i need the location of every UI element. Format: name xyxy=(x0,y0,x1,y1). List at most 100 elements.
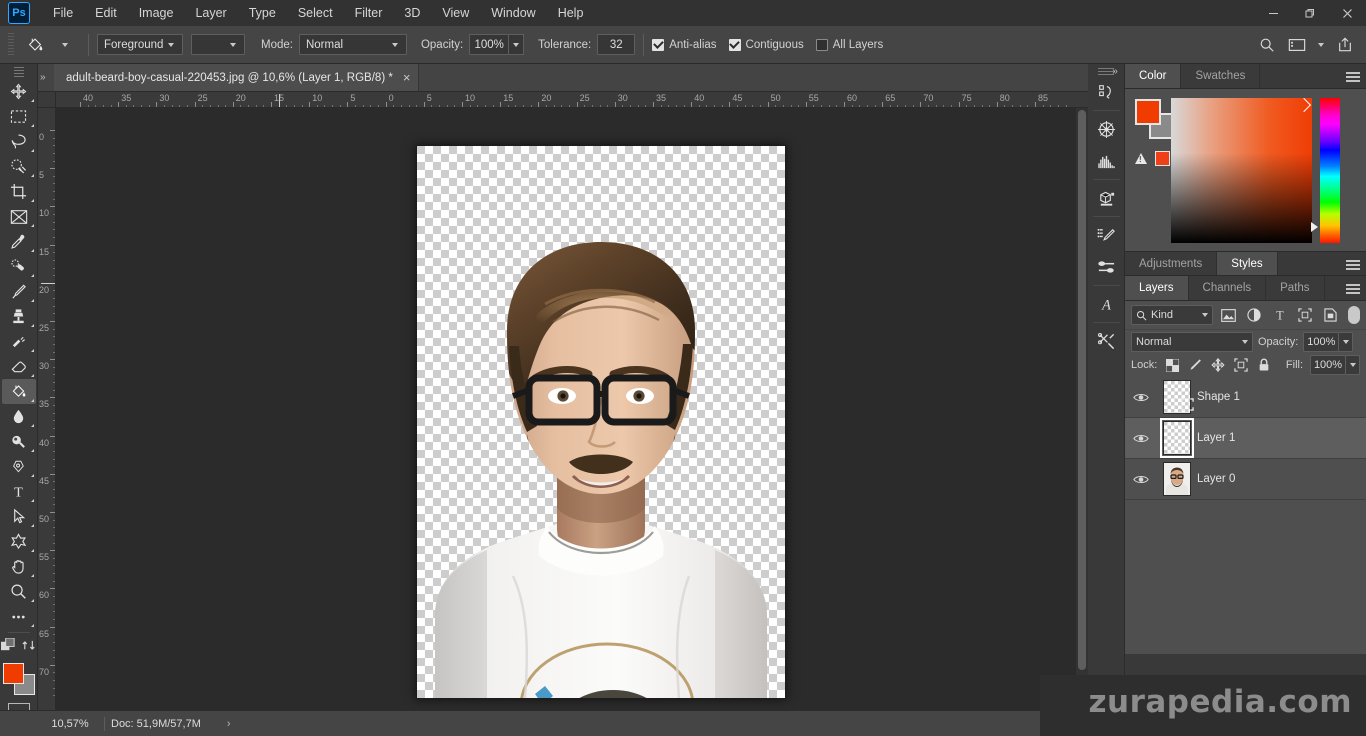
glyphs-icon[interactable]: A xyxy=(1091,289,1121,319)
hand-tool[interactable] xyxy=(2,554,36,579)
layer-row[interactable]: Layer 0 xyxy=(1125,459,1366,500)
in-gamut-color-swatch[interactable] xyxy=(1155,151,1170,166)
menu-item-type[interactable]: Type xyxy=(238,1,287,25)
menu-item-layer[interactable]: Layer xyxy=(184,1,237,25)
opacity-control[interactable]: 100% xyxy=(469,34,524,55)
chevron-down-icon[interactable] xyxy=(1314,33,1328,57)
opacity-stepper-icon[interactable] xyxy=(509,34,524,55)
tab-styles[interactable]: Styles xyxy=(1217,252,1277,275)
paint-bucket-icon[interactable] xyxy=(20,33,50,57)
zoom-tool[interactable] xyxy=(2,579,36,604)
tab-channels[interactable]: Channels xyxy=(1189,276,1267,300)
lock-position-icon[interactable] xyxy=(1210,356,1226,374)
lock-artboard-icon[interactable] xyxy=(1233,356,1249,374)
shape-filter-icon[interactable] xyxy=(1295,305,1314,325)
foreground-color-swatch[interactable] xyxy=(1135,99,1161,125)
blur-tool[interactable] xyxy=(2,404,36,429)
color-panel-menu-button[interactable] xyxy=(1346,64,1360,89)
options-bar-grip[interactable] xyxy=(8,33,14,57)
hue-slider[interactable] xyxy=(1320,98,1340,243)
zoom-level-input[interactable]: 10,57% xyxy=(42,718,98,730)
menu-item-3d[interactable]: 3D xyxy=(393,1,431,25)
tab-adjustments[interactable]: Adjustments xyxy=(1125,252,1217,275)
document-tab[interactable]: adult-beard-boy-casual-220453.jpg @ 10,6… xyxy=(54,64,419,91)
menu-item-window[interactable]: Window xyxy=(480,1,546,25)
layer-opacity-input[interactable]: 100% xyxy=(1303,332,1339,352)
lasso-tool[interactable] xyxy=(2,129,36,154)
tab-overflow-icon[interactable]: » xyxy=(38,72,54,91)
layer-thumbnail[interactable] xyxy=(1157,380,1197,414)
tolerance-input[interactable]: 32 xyxy=(597,34,635,55)
frame-tool[interactable] xyxy=(2,204,36,229)
smart-object-filter-icon[interactable] xyxy=(1321,305,1340,325)
vertical-ruler[interactable]: 0510152025303540455055606570 xyxy=(38,108,56,710)
workspace-icon[interactable] xyxy=(1284,33,1310,57)
color-panel-swatches[interactable] xyxy=(1135,99,1173,137)
3d-icon[interactable] xyxy=(1091,183,1121,213)
layer-thumbnail[interactable] xyxy=(1157,462,1197,496)
anti-alias-checkbox[interactable]: Anti-alias xyxy=(652,39,716,51)
adjustments-panel-menu-button[interactable] xyxy=(1346,252,1360,277)
canvas-scroll-region[interactable] xyxy=(56,108,1088,710)
close-button[interactable] xyxy=(1329,0,1366,26)
collapse-panels-icon[interactable]: » xyxy=(1106,64,1124,78)
adjustment-filter-icon[interactable] xyxy=(1244,305,1263,325)
tab-color[interactable]: Color xyxy=(1125,64,1181,88)
layer-name[interactable]: Shape 1 xyxy=(1197,391,1240,403)
minimize-button[interactable] xyxy=(1255,0,1292,26)
layer-name[interactable]: Layer 1 xyxy=(1197,432,1235,444)
shape-tool[interactable] xyxy=(2,529,36,554)
horizontal-ruler[interactable]: 4035302520151050510152025303540455055606… xyxy=(38,92,1088,108)
close-icon[interactable]: × xyxy=(403,73,411,83)
fill-source-select[interactable]: Foreground xyxy=(97,34,183,55)
out-of-gamut-warning[interactable] xyxy=(1135,151,1170,166)
history-icon[interactable] xyxy=(1091,77,1121,107)
layer-fill-input[interactable]: 100% xyxy=(1310,355,1346,375)
color-field[interactable] xyxy=(1171,98,1312,243)
layer-blend-mode-select[interactable]: Normal xyxy=(1131,332,1253,352)
layer-row[interactable]: Layer 1 xyxy=(1125,418,1366,459)
histogram-icon[interactable] xyxy=(1091,146,1121,176)
dodge-tool[interactable] xyxy=(2,429,36,454)
search-icon[interactable] xyxy=(1254,33,1280,57)
crop-tool[interactable] xyxy=(2,179,36,204)
eyedropper-tool[interactable] xyxy=(2,229,36,254)
tab-swatches[interactable]: Swatches xyxy=(1181,64,1260,88)
maximize-button[interactable] xyxy=(1292,0,1329,26)
contiguous-checkbox[interactable]: Contiguous xyxy=(729,39,804,51)
foreground-color-swatch[interactable] xyxy=(3,663,24,684)
path-selection-tool[interactable] xyxy=(2,504,36,529)
pattern-select[interactable] xyxy=(191,34,245,55)
pixel-filter-icon[interactable] xyxy=(1219,305,1238,325)
menu-item-filter[interactable]: Filter xyxy=(344,1,394,25)
pen-tool[interactable] xyxy=(2,454,36,479)
edit-toolbar-button[interactable] xyxy=(2,604,36,629)
document-canvas[interactable] xyxy=(417,146,785,698)
spot-healing-brush-tool[interactable] xyxy=(2,254,36,279)
rectangular-marquee-tool[interactable] xyxy=(2,104,36,129)
brush-presets-icon[interactable] xyxy=(1091,252,1121,282)
color-swatches[interactable] xyxy=(2,663,36,697)
swap-colors-icon[interactable] xyxy=(22,638,37,658)
layer-visibility-toggle[interactable] xyxy=(1125,433,1157,444)
clone-stamp-tool[interactable] xyxy=(2,304,36,329)
menu-item-image[interactable]: Image xyxy=(128,1,185,25)
quick-selection-tool[interactable] xyxy=(2,154,36,179)
menu-item-edit[interactable]: Edit xyxy=(84,1,128,25)
status-expand-icon[interactable]: › xyxy=(227,718,231,730)
layer-opacity-stepper-icon[interactable] xyxy=(1339,332,1353,352)
layer-thumbnail[interactable] xyxy=(1157,421,1197,455)
all-layers-checkbox[interactable]: All Layers xyxy=(816,39,884,51)
type-filter-icon[interactable]: T xyxy=(1270,305,1289,325)
menu-item-help[interactable]: Help xyxy=(547,1,595,25)
tab-layers[interactable]: Layers xyxy=(1125,276,1189,300)
lock-all-icon[interactable] xyxy=(1256,356,1272,374)
layer-row[interactable]: Shape 1 xyxy=(1125,377,1366,418)
filter-kind-select[interactable]: Kind xyxy=(1131,305,1213,325)
brush-tool[interactable] xyxy=(2,279,36,304)
scrollbar-thumb[interactable] xyxy=(1078,110,1086,670)
default-colors-icon[interactable] xyxy=(1,638,16,658)
menu-item-file[interactable]: File xyxy=(42,1,84,25)
toolbar-grip[interactable] xyxy=(14,67,24,77)
lock-transparent-pixels-icon[interactable] xyxy=(1164,356,1180,374)
